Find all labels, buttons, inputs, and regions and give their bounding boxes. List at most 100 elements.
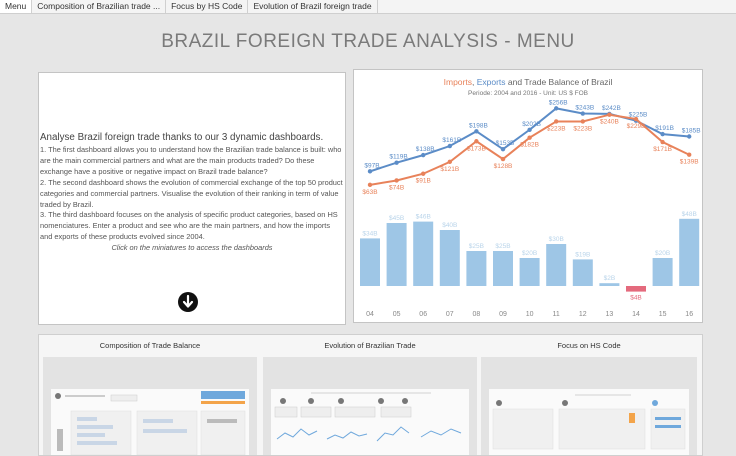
x-tick-label: 13	[606, 311, 614, 318]
balance-bar	[519, 258, 540, 286]
exports-value-label: $256B	[549, 99, 568, 106]
exports-value-label: $198B	[469, 122, 488, 129]
exports-value-label: $138B	[416, 146, 435, 153]
intro-paragraph-2: 2. The second dashboard shows the evolut…	[40, 177, 343, 209]
imports-point	[580, 119, 585, 124]
imports-value-label: $128B	[494, 163, 513, 170]
imports-value-label: $223B	[547, 125, 566, 132]
mini-title-focus: Focus on HS Code	[557, 341, 621, 350]
imports-point	[367, 182, 373, 188]
exports-point	[500, 146, 506, 152]
x-tick-label: 08	[473, 311, 481, 318]
tab-composition[interactable]: Composition of Brazilian trade ...	[32, 0, 167, 13]
miniature-composition[interactable]	[43, 357, 257, 455]
balance-bar	[546, 244, 567, 286]
exports-point	[367, 169, 373, 174]
imports-value-label: $171B	[653, 146, 672, 153]
miniature-composition-thumbnail	[55, 391, 246, 455]
exports-value-label: $242B	[602, 105, 621, 112]
x-tick-label: 15	[659, 311, 667, 318]
exports-value-label: $202B	[522, 121, 541, 128]
intro-panel: Analyse Brazil foreign trade thanks to o…	[38, 72, 346, 325]
balance-label: $46B	[416, 214, 431, 221]
imports-value-label: $121B	[440, 166, 459, 173]
imports-point	[421, 171, 426, 176]
imports-point	[500, 156, 506, 162]
intro-paragraph-3: 3. The third dashboard focuses on the an…	[40, 210, 338, 242]
x-tick-label: 10	[526, 311, 534, 318]
imports-point	[554, 119, 559, 124]
imports-point	[687, 152, 692, 157]
x-tick-label: 05	[393, 311, 401, 318]
imports-point	[660, 139, 665, 145]
balance-bar	[439, 230, 460, 286]
miniature-focus-thumbnail	[492, 394, 686, 450]
exports-point	[447, 143, 452, 149]
balance-bar	[652, 258, 673, 286]
miniature-composition-sheet	[51, 389, 249, 455]
miniature-evolution-thumbnail	[274, 392, 462, 442]
mini-title-composition: Composition of Trade Balance	[99, 341, 201, 350]
tab-menu[interactable]: Menu	[0, 0, 33, 13]
trade-chart[interactable]: Imports, Exports and Trade Balance of Br…	[353, 69, 703, 323]
miniature-evolution[interactable]	[263, 357, 477, 455]
exports-value-label: $243B	[575, 105, 594, 112]
imports-point	[607, 112, 612, 117]
balance-label: $30B	[549, 236, 564, 243]
balance-label: $4B	[630, 295, 642, 302]
x-tick-label: 06	[419, 311, 427, 318]
miniature-focus[interactable]	[481, 357, 697, 455]
balance-label: $25B	[495, 243, 510, 250]
exports-value-label: $225B	[629, 112, 648, 119]
imports-value-label: $63B	[362, 189, 377, 196]
balance-label: $19B	[575, 251, 590, 258]
balance-label: $25B	[469, 243, 484, 250]
exports-point	[687, 134, 692, 139]
exports-value-label: $97B	[364, 162, 379, 169]
imports-value-label: $229B	[627, 123, 646, 130]
balance-bar	[679, 218, 700, 286]
imports-point	[474, 139, 479, 144]
chart-title: Imports, Exports and Trade Balance of Br…	[444, 77, 613, 87]
balance-bar	[466, 251, 487, 286]
exports-value-label: $161B	[442, 137, 461, 144]
tab-evolution[interactable]: Evolution of Brazil foreign trade	[248, 0, 378, 13]
exports-point	[527, 127, 532, 132]
balance-label: $45B	[389, 215, 404, 222]
balance-label: $34B	[362, 230, 377, 237]
balance-bar	[413, 221, 434, 286]
imports-point	[527, 135, 532, 140]
intro-paragraph-1: 1. The first dashboard allows you to und…	[40, 145, 342, 176]
exports-point	[474, 129, 479, 134]
imports-value-label: $182B	[520, 142, 539, 149]
exports-point	[394, 160, 399, 165]
balance-label: $2B	[604, 275, 616, 282]
exports-point	[554, 106, 559, 111]
exports-value-label: $191B	[655, 125, 674, 132]
exports-point	[660, 131, 665, 137]
x-tick-label: 07	[446, 311, 454, 318]
balance-bar	[626, 286, 646, 292]
exports-value-label: $185B	[682, 128, 701, 135]
imports-value-label: $74B	[389, 184, 404, 191]
balance-bar	[493, 251, 513, 286]
intro-note: Click on the miniatures to access the da…	[111, 243, 273, 253]
exports-point	[580, 111, 585, 116]
chart-title-exports: Exports	[477, 77, 506, 87]
balance-bar	[360, 238, 380, 286]
imports-point	[447, 159, 452, 165]
imports-value-label: $223B	[573, 125, 592, 132]
mini-title-evolution: Evolution of Brazilian Trade	[324, 341, 416, 350]
balance-label: $48B	[682, 211, 697, 218]
intro-text: Analyse Brazil foreign trade thanks to o…	[40, 131, 344, 254]
tab-focus-hs-code[interactable]: Focus by HS Code	[166, 0, 249, 13]
scroll-down-button[interactable]	[178, 292, 198, 312]
tab-bar: Menu Composition of Brazilian trade ... …	[0, 0, 736, 14]
exports-value-label: $153B	[496, 140, 515, 147]
x-tick-label: 16	[685, 311, 693, 318]
page-title: BRAZIL FOREIGN TRADE ANALYSIS - MENU	[161, 31, 575, 52]
imports-value-label: $240B	[600, 119, 619, 126]
balance-label: $20B	[522, 250, 537, 257]
balance-bar	[386, 223, 407, 286]
balance-label: $40B	[442, 222, 457, 229]
